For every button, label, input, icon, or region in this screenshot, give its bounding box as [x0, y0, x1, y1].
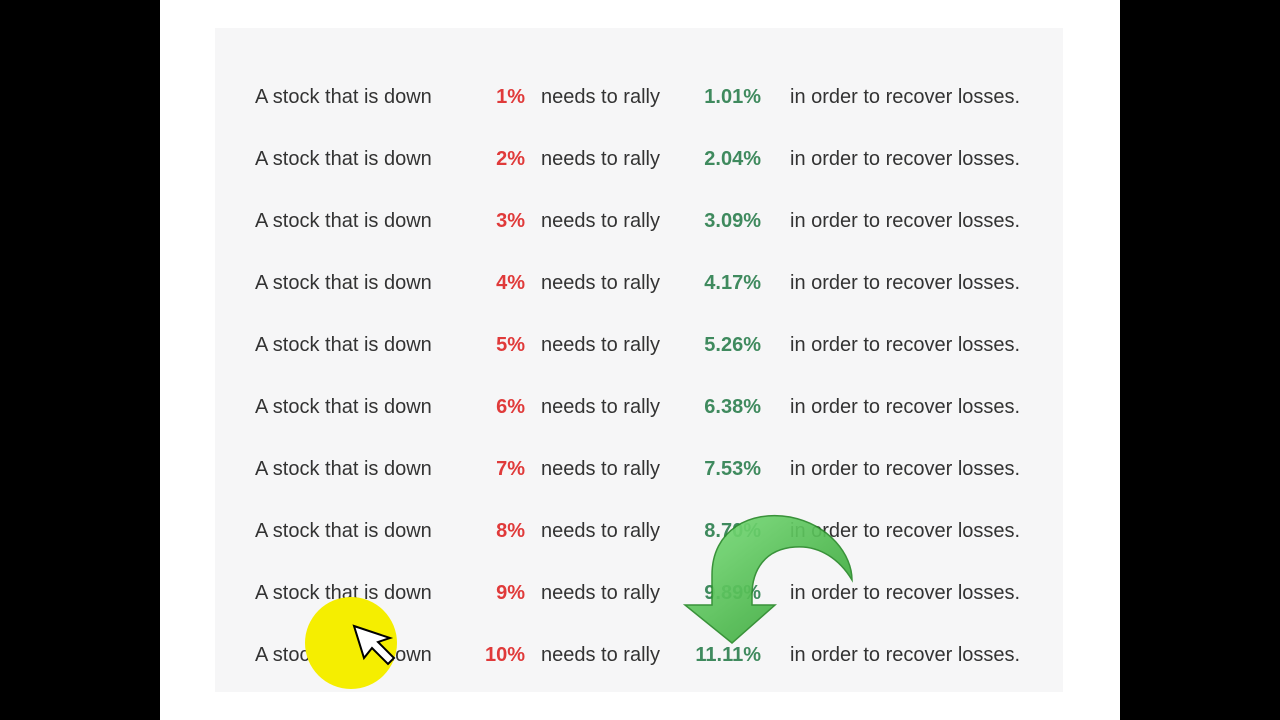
rally-percent: 3.09%: [704, 210, 761, 232]
down-percent: 7%: [496, 458, 525, 480]
row-prefix: A stock that is down: [255, 520, 432, 542]
row-prefix: A stock that is down: [255, 396, 432, 418]
row-suffix: in order to recover losses.: [790, 272, 1021, 294]
rally-percent: 2.04%: [704, 148, 761, 170]
table-row: A stock that is down8%needs to rally8.70…: [215, 520, 1063, 550]
row-suffix: in order to recover losses.: [790, 644, 1021, 666]
row-suffix: in order to recover losses.: [790, 396, 1021, 418]
down-percent: 3%: [496, 210, 525, 232]
row-suffix: in order to recover losses.: [790, 458, 1021, 480]
rally-percent: 6.38%: [704, 396, 761, 418]
row-middle: needs to rally: [541, 210, 660, 232]
row-suffix: in order to recover losses.: [790, 210, 1021, 232]
recovery-table: A stock that is down 1% needs to rally 1.01…: [215, 28, 1063, 692]
row-suffix: in order to recover losses.: [790, 334, 1021, 356]
row-prefix: A stock that is down: [255, 272, 432, 294]
table-row: A stock that is down 6% needs to rally 6.38…: [215, 396, 1063, 426]
row-middle: needs to rally: [541, 458, 660, 480]
down-percent: 2%: [496, 148, 525, 170]
down-percent: 4%: [496, 272, 525, 294]
down-percent: 5%: [496, 334, 525, 356]
down-percent: 10%: [484, 644, 525, 666]
row-suffix: in order to recover losses.: [790, 86, 1021, 108]
row-middle: needs to rally: [541, 582, 660, 604]
row-prefix: A stock that is down: [255, 458, 432, 480]
row-prefix: A stock that is down: [255, 148, 432, 170]
down-percent: 8%: [496, 520, 525, 542]
rally-percent: 11.11%: [695, 644, 761, 666]
row-middle: needs to rally: [541, 148, 660, 170]
row-prefix: A stock that is down: [255, 86, 432, 108]
table-row: A stock that is down 4% needs to rally 4.17…: [215, 272, 1063, 302]
slide: A stock that is down 1% needs to rally 1.01…: [160, 0, 1120, 720]
down-percent: 9%: [496, 582, 525, 604]
rally-percent: 7.53%: [704, 458, 761, 480]
row-middle: needs to rally: [541, 520, 660, 542]
curved-down-arrow-icon: [682, 514, 853, 644]
mouse-pointer-icon: [352, 624, 396, 666]
table-row: A stock that is down 1% needs to rally 1.01…: [215, 86, 1063, 116]
row-suffix: in order to recover losses.: [790, 148, 1021, 170]
down-percent: 1%: [496, 86, 525, 108]
row-middle: needs to rally: [541, 334, 660, 356]
down-percent: 6%: [496, 396, 525, 418]
row-prefix: A stock that is down: [255, 334, 432, 356]
rally-percent: 1.01%: [704, 86, 761, 108]
table-row: A stock that is down 5% needs to rally 5.26…: [215, 334, 1063, 364]
table-row: A stock that is down 3% needs to rally 3.09…: [215, 210, 1063, 240]
rally-percent: 4.17%: [704, 272, 761, 294]
row-middle: needs to rally: [541, 86, 660, 108]
row-middle: needs to rally: [541, 396, 660, 418]
row-middle: needs to rally: [541, 644, 660, 666]
row-prefix: A stock that is down: [255, 210, 432, 232]
row-middle: needs to rally: [541, 272, 660, 294]
table-row: A stock that is down 7% needs to rally 7.53…: [215, 458, 1063, 488]
table-row: A stock that is down 2% needs to rally 2.04…: [215, 148, 1063, 178]
rally-percent: 5.26%: [704, 334, 761, 356]
